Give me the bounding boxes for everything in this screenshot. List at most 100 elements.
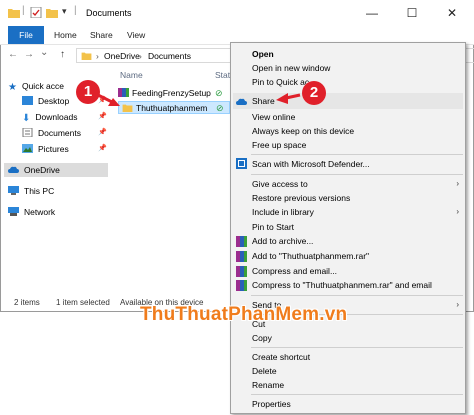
sync-status-icon: ⊘	[215, 88, 223, 98]
sidebar-item-label: Desktop	[38, 96, 70, 106]
pictures-icon	[22, 144, 33, 153]
maximize-button[interactable]: ☐	[392, 3, 432, 23]
properties-icon[interactable]	[30, 7, 42, 18]
sidebar-item-desktop[interactable]: Desktop	[22, 94, 69, 108]
menu-item-open[interactable]: Open	[252, 47, 274, 61]
column-header-status[interactable]: Stat	[215, 70, 230, 80]
breadcrumb-separator: ›	[96, 51, 99, 61]
menu-item-add-to-rar[interactable]: Add to "Thuthuatphanmem.rar"	[252, 249, 369, 263]
sidebar-item-label: This PC	[24, 186, 55, 196]
file-name: FeedingFrenzySetup	[132, 88, 211, 98]
context-menu: Open Open in new window Pin to Quick ac …	[230, 42, 466, 414]
menu-item-give-access[interactable]: Give access to	[252, 177, 308, 191]
new-folder-icon[interactable]	[46, 7, 58, 18]
breadcrumb-onedrive[interactable]: OneDrive	[104, 51, 140, 61]
folder-icon	[8, 9, 20, 18]
tab-file[interactable]: File	[8, 26, 44, 44]
breadcrumb-documents[interactable]: Documents	[148, 51, 191, 61]
submenu-arrow-icon: ›	[456, 300, 459, 309]
sidebar-item-downloads[interactable]: ⬇ Downloads	[22, 110, 77, 124]
pin-icon: 📌	[98, 113, 107, 120]
sidebar-item-quick-access[interactable]: ★ Quick acce	[8, 79, 64, 93]
menu-item-always-keep[interactable]: Always keep on this device	[252, 124, 354, 138]
menu-separator	[251, 394, 463, 395]
computer-icon	[8, 186, 19, 195]
winrar-icon	[236, 236, 247, 247]
sidebar-item-documents[interactable]: Documents	[22, 126, 81, 140]
winrar-icon	[236, 266, 247, 277]
tab-home[interactable]: Home	[54, 26, 77, 44]
menu-item-share[interactable]: Share	[252, 94, 275, 108]
column-header-name[interactable]: Name	[120, 70, 143, 80]
folder-icon	[122, 104, 133, 112]
defender-icon	[236, 158, 247, 169]
quick-access-toolbar-dropdown[interactable]: ▾	[62, 6, 67, 17]
window-title: Documents	[86, 8, 132, 18]
tab-view[interactable]: View	[127, 26, 145, 44]
sync-status-icon: ⊘	[216, 103, 224, 113]
sidebar-item-label: Pictures	[38, 144, 69, 154]
sidebar-item-pictures[interactable]: Pictures	[22, 142, 69, 156]
pin-icon: 📌	[98, 145, 107, 152]
sidebar-item-label: OneDrive	[24, 165, 60, 175]
sidebar-item-onedrive[interactable]: OneDrive	[8, 163, 60, 177]
cloud-icon	[236, 98, 247, 105]
file-name: Thuthuatphanmem	[136, 103, 208, 113]
forward-button[interactable]: →	[24, 49, 34, 60]
desktop-icon	[22, 96, 33, 105]
up-button[interactable]: ↑	[60, 49, 65, 60]
sidebar-item-network[interactable]: Network	[8, 205, 55, 219]
folder-icon	[81, 52, 92, 60]
download-icon: ⬇	[22, 113, 31, 124]
recent-locations-dropdown[interactable]: ⌄	[40, 47, 48, 58]
minimize-button[interactable]: —	[352, 3, 392, 23]
item-count: 2 items	[14, 298, 40, 307]
winrar-icon	[236, 251, 247, 262]
watermark: ThuThuatPhanMem.vn	[140, 304, 348, 325]
menu-item-copy[interactable]: Copy	[252, 331, 272, 345]
pin-icon: 📌	[98, 129, 107, 136]
menu-item-rename[interactable]: Rename	[252, 378, 284, 392]
onedrive-cloud-icon	[8, 166, 19, 173]
menu-item-pin-start[interactable]: Pin to Start	[252, 220, 294, 234]
menu-item-pin-quick-access[interactable]: Pin to Quick ac	[252, 75, 309, 89]
menu-item-compress-rar-email[interactable]: Compress to "Thuthuatphanmem.rar" and em…	[252, 278, 432, 292]
sidebar-item-label: Downloads	[35, 112, 78, 122]
pin-icon: 📌	[98, 97, 107, 104]
breadcrumb-separator: ›	[139, 51, 142, 61]
menu-item-view-online[interactable]: View online	[252, 110, 295, 124]
file-row-thuthuatphanmem[interactable]: Thuthuatphanmem ⊘	[118, 101, 230, 114]
network-icon	[8, 207, 19, 216]
sidebar-item-this-pc[interactable]: This PC	[8, 184, 54, 198]
step-2-badge: 2	[302, 81, 326, 105]
document-icon	[22, 128, 33, 137]
menu-item-compress-email[interactable]: Compress and email...	[252, 264, 337, 278]
archive-file-icon	[118, 88, 129, 97]
submenu-arrow-icon: ›	[456, 179, 459, 188]
menu-item-open-new-window[interactable]: Open in new window	[252, 61, 330, 75]
menu-separator	[251, 347, 463, 348]
close-button[interactable]: ✕	[432, 3, 472, 23]
menu-separator	[251, 295, 463, 296]
step-1-badge: 1	[76, 80, 100, 104]
selection-count: 1 item selected	[56, 298, 110, 307]
menu-item-include-library[interactable]: Include in library	[252, 205, 314, 219]
menu-separator	[251, 174, 463, 175]
tab-share[interactable]: Share	[90, 26, 113, 44]
menu-item-restore-versions[interactable]: Restore previous versions	[252, 191, 350, 205]
menu-item-add-archive[interactable]: Add to archive...	[252, 234, 313, 248]
sidebar-item-label: Quick acce	[21, 81, 65, 91]
menu-item-delete[interactable]: Delete	[252, 364, 277, 378]
sidebar-item-label: Network	[24, 207, 56, 217]
menu-item-free-up-space[interactable]: Free up space	[252, 138, 306, 152]
sidebar-item-label: Documents	[38, 128, 81, 138]
menu-item-properties[interactable]: Properties	[252, 397, 291, 411]
star-icon: ★	[8, 82, 17, 93]
winrar-icon	[236, 280, 247, 291]
submenu-arrow-icon: ›	[456, 207, 459, 216]
menu-item-create-shortcut[interactable]: Create shortcut	[252, 350, 310, 364]
title-bar: | ▾ | Documents — ☐ ✕	[0, 0, 474, 26]
back-button[interactable]: ←	[8, 49, 18, 60]
menu-item-scan-defender[interactable]: Scan with Microsoft Defender...	[252, 157, 370, 171]
file-row-feedingfrenzysetup[interactable]: FeedingFrenzySetup ⊘	[118, 87, 230, 100]
